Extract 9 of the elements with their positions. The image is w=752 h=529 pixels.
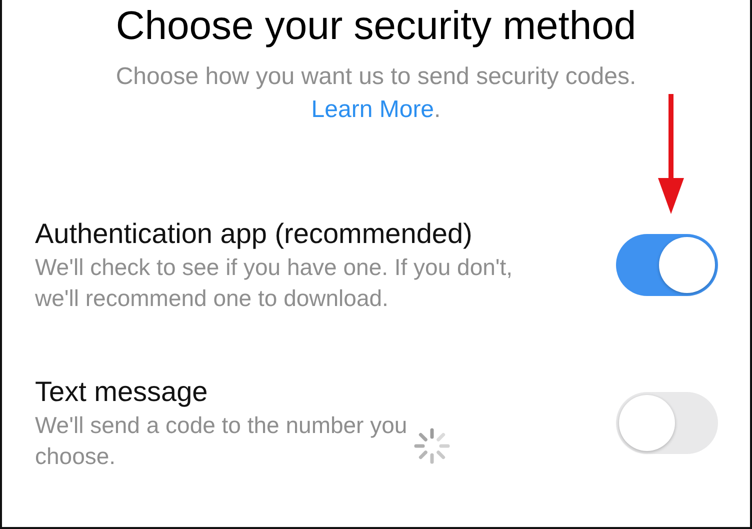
subtitle-text: Choose how you want us to send security codes. Learn More. [114, 62, 638, 125]
learn-more-link[interactable]: Learn More [311, 96, 434, 123]
option-description: We'll send a code to the number you choose. [35, 411, 408, 471]
option-description: We'll check to see if you have one. If you don't, we'll recommend one to download. [35, 253, 514, 313]
option-label: Authentication app (recommended) [35, 217, 474, 251]
option-label: Text message [35, 375, 209, 409]
page-title: Choose your security method [114, 3, 638, 50]
spinner-icon [414, 428, 450, 464]
arrow-icon [658, 94, 684, 214]
